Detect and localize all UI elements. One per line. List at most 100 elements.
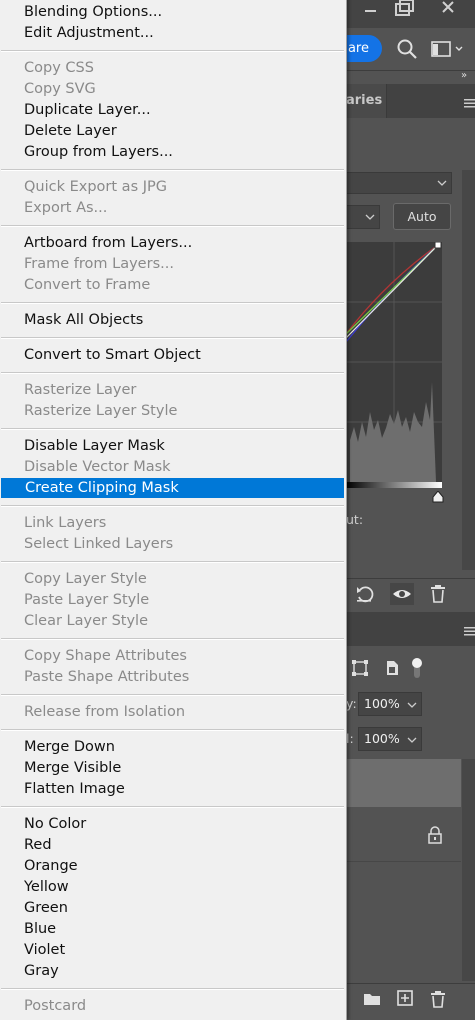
menu-item-copy-layer-style: Copy Layer Style [24,571,147,587]
chevron-down-icon [407,702,417,708]
menu-item-green[interactable]: Green [0,898,344,918]
menu-item-paste-layer-style: Paste Layer Style [24,592,150,608]
opacity-value: 100% [364,696,400,711]
opacity-label: y: [346,696,357,711]
white-point-slider[interactable] [432,488,444,503]
panel-menu-icon[interactable] [462,622,475,636]
close-icon[interactable] [432,0,465,22]
fill-label: l: [346,731,354,746]
menu-item-group-from-layers[interactable]: Group from Layers... [0,142,344,162]
fill-value: 100% [364,731,400,746]
menu-item-gray[interactable]: Gray [0,961,344,981]
properties-header [346,118,475,163]
menu-item-clear-layer-style: Clear Layer Style [24,613,148,629]
menu-separator [1,428,344,430]
menu-item-rasterize-layer: Rasterize Layer [24,382,137,398]
menu-item-release-from-isolation: Release from Isolation [24,704,186,720]
menu-item-copy-svg: Copy SVG [24,81,96,97]
layer-context-menu: Blending Options... Edit Adjustment... Cop… [0,0,347,1020]
menu-item-blending-options[interactable]: Blending Options... [0,2,344,22]
channel-dropdown[interactable] [346,205,380,229]
menu-separator [1,372,344,374]
menu-item-postcard: Postcard [24,998,87,1014]
layer-row-selected[interactable] [346,759,461,807]
menu-separator [1,638,344,640]
menu-item-yellow[interactable]: Yellow [0,877,344,897]
menu-item-select-linked-layers: Select Linked Layers [24,536,174,552]
menu-item-merge-visible[interactable]: Merge Visible [0,758,344,778]
menu-item-quick-export-as-jpg: Quick Export as JPG [24,179,167,195]
menu-item-link-layers: Link Layers [24,515,107,531]
tab-libraries[interactable]: aries [346,84,387,118]
layer-row[interactable] [346,809,461,862]
chevron-down-icon [437,180,447,186]
curves-graph[interactable] [345,241,442,482]
menu-item-convert-to-frame: Convert to Frame [24,277,151,293]
opacity-label-text: y: [346,696,357,711]
panel-menu-icon[interactable] [462,94,475,108]
visibility-icon[interactable] [390,583,414,605]
menu-item-copy-css: Copy CSS [24,60,94,76]
menu-item-edit-adjustment[interactable]: Edit Adjustment... [0,23,344,43]
collapse-icon[interactable]: » [461,70,475,82]
auto-button-label: Auto [407,209,437,224]
menu-item-copy-shape-attributes: Copy Shape Attributes [24,648,187,664]
layers-tabs [346,612,475,646]
scrollbar[interactable] [462,759,475,981]
opacity-field[interactable]: 100% [358,692,422,716]
menu-item-red[interactable]: Red [0,835,344,855]
menu-separator [1,729,344,731]
trash-icon[interactable] [429,989,447,1009]
workspace-icon[interactable] [430,39,464,59]
menu-item-convert-to-smart-object[interactable]: Convert to Smart Object [0,345,344,365]
lock-icon [427,826,443,844]
trash-icon[interactable] [428,583,448,605]
reset-icon[interactable] [354,583,376,605]
menu-item-merge-down[interactable]: Merge Down [0,737,344,757]
menu-separator [1,694,344,696]
toggle-icon[interactable] [410,656,424,680]
menu-item-paste-shape-attributes: Paste Shape Attributes [24,669,190,685]
document-icon[interactable] [382,658,402,678]
menu-item-disable-vector-mask: Disable Vector Mask [24,459,171,475]
menu-item-violet[interactable]: Violet [0,940,344,960]
fill-label-text: l: [346,731,354,746]
menu-item-orange[interactable]: Orange [0,856,344,876]
menu-separator [1,505,344,507]
scrollbar[interactable] [462,170,475,570]
menu-separator [1,988,344,990]
minimize-icon[interactable] [354,0,387,22]
auto-button[interactable]: Auto [393,203,451,230]
menu-item-create-clipping-mask[interactable]: Create Clipping Mask [1,478,344,498]
gradient-bar [346,482,442,488]
menu-item-no-color[interactable]: No Color [0,814,344,834]
menu-separator [1,337,344,339]
menu-separator [1,302,344,304]
menu-separator [1,169,344,171]
restore-icon[interactable] [388,0,421,22]
menu-item-delete-layer[interactable]: Delete Layer [0,121,344,141]
search-icon[interactable] [396,38,418,60]
fill-field[interactable]: 100% [358,727,422,751]
add-layer-icon[interactable] [396,989,414,1007]
menu-item-artboard-from-layers[interactable]: Artboard from Layers... [0,233,344,253]
menu-item-export-as: Export As... [24,200,108,216]
menu-item-frame-from-layers: Frame from Layers... [24,256,174,272]
chevron-down-icon [407,737,417,743]
menu-item-mask-all-objects[interactable]: Mask All Objects [0,310,344,330]
menu-item-blue[interactable]: Blue [0,919,344,939]
preset-dropdown[interactable] [346,172,452,194]
input-label: ut: [346,512,363,527]
tab-libraries-label: aries [346,93,383,108]
menu-separator [1,50,344,52]
menu-item-disable-layer-mask[interactable]: Disable Layer Mask [0,436,344,456]
menu-item-flatten-image[interactable]: Flatten Image [0,779,344,799]
transform-icon[interactable] [350,658,370,678]
input-label-text: ut: [346,512,364,527]
folder-icon[interactable] [362,990,382,1008]
share-button-label: are [347,41,369,56]
menu-separator [1,561,344,563]
menu-item-duplicate-layer[interactable]: Duplicate Layer... [0,100,344,120]
menu-item-rasterize-layer-style: Rasterize Layer Style [24,403,178,419]
menu-separator [1,225,344,227]
